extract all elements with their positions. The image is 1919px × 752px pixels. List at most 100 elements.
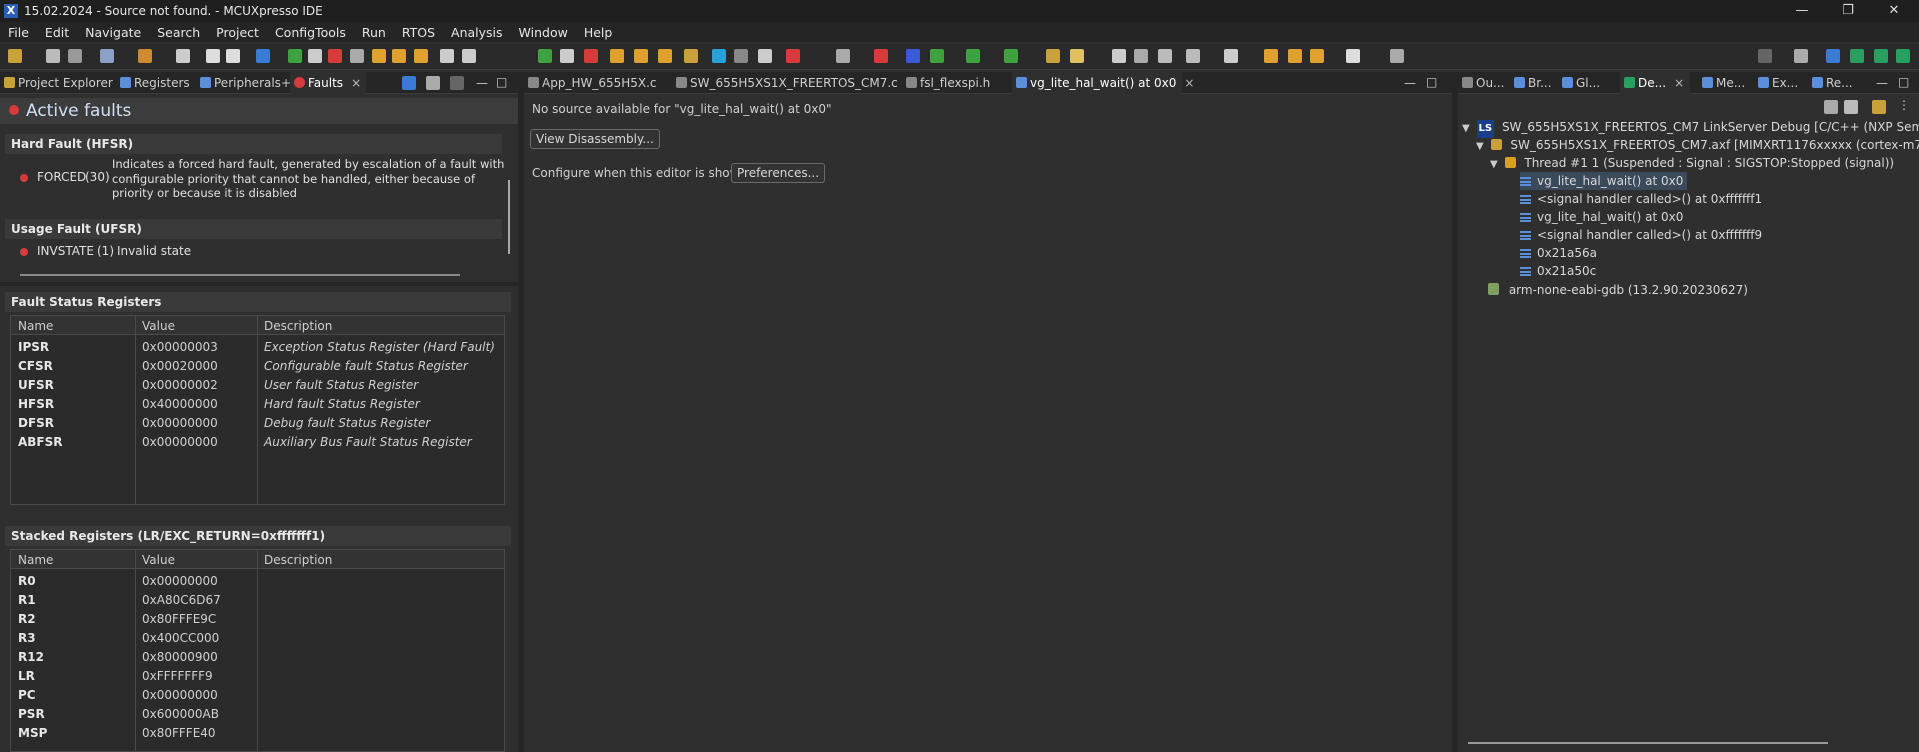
menu-project[interactable]: Project [208,25,267,40]
close-tab-icon[interactable]: × [1674,76,1684,90]
scrollbar[interactable] [508,180,510,254]
chip-perspective-icon[interactable] [1874,49,1888,63]
minimize-view-icon[interactable]: — [1876,76,1888,90]
close-tab-icon[interactable]: × [1184,76,1194,90]
save-icon[interactable] [46,49,60,63]
close-icon[interactable]: ✕ [1871,0,1917,22]
table-row[interactable]: IPSR 0x00000003 Exception Status Register … [11,338,504,357]
stack-frame[interactable]: vg_lite_hal_wait() at 0x0 [1520,208,1683,226]
stack-frame[interactable]: 0x21a50c [1520,262,1596,280]
menu-edit[interactable]: Edit [37,25,77,40]
tab-expressions[interactable]: Ex... [1754,72,1798,94]
menu-window[interactable]: Window [511,25,576,40]
menu-configtools[interactable]: ConfigTools [267,25,354,40]
step-next-icon[interactable] [634,49,648,63]
menu-analysis[interactable]: Analysis [443,25,511,40]
debug-icon[interactable] [256,49,270,63]
sphere-icon[interactable] [734,49,748,63]
disconnect-icon[interactable] [350,49,364,63]
column-value[interactable]: Value [142,553,175,567]
tab-outline[interactable]: Ou... [1458,72,1506,94]
stack-frame[interactable]: vg_lite_hal_wait() at 0x0 [1520,172,1688,190]
launch-icon[interactable] [930,49,944,63]
tab-faults[interactable]: Faults × [290,72,366,94]
tab-global-variables[interactable]: Gl... [1558,72,1602,94]
minimize-view-icon[interactable]: — [1404,76,1416,90]
stack-frame[interactable]: 0x21a56a [1520,244,1597,262]
brush-icon[interactable] [1070,49,1084,63]
build-icon[interactable] [138,49,152,63]
column-name[interactable]: Name [18,319,53,333]
redo-icon[interactable] [226,49,240,63]
menu-help[interactable]: Help [576,25,621,40]
horizontal-scrollbar[interactable] [20,274,460,276]
editor-tab-app-hw[interactable]: App_HW_655H5X.c [524,72,664,94]
menu-rtos[interactable]: RTOS [394,25,443,40]
view-menu-icon[interactable] [450,76,464,90]
instruction-step-icon[interactable] [462,49,476,63]
table-row[interactable]: DFSR 0x00000000 Debug fault Status Registe… [11,414,504,433]
copy-icon[interactable] [426,76,440,90]
clean-icon[interactable] [176,49,190,63]
table-row[interactable]: R3 0x400CC000 [11,629,504,648]
close-tab-icon[interactable]: × [351,76,361,90]
stack-frame[interactable]: <signal handler called>() at 0xfffffff9 [1520,226,1762,244]
table-row[interactable]: HFSR 0x40000000 Hard fault Status Register [11,395,504,414]
table-row[interactable]: R0 0x00000000 [11,572,504,591]
column-name[interactable]: Name [18,553,53,567]
toggle-icon[interactable] [440,49,454,63]
debug-target[interactable]: ▼ SW_655H5XS1X_FREERTOS_CM7.axf [MIMXRT1… [1476,136,1919,154]
menu-run[interactable]: Run [354,25,394,40]
editor-tab-fsl-flexspi[interactable]: fsl_flexspi.h [902,72,1002,94]
step-icon[interactable] [610,49,624,63]
minimize-icon[interactable]: — [1779,0,1825,22]
search-icon[interactable] [1758,49,1772,63]
settings-icon[interactable] [100,49,114,63]
paragraph-icon[interactable] [1158,49,1172,63]
debug-launch[interactable]: ▼ LS SW_655H5XS1X_FREERTOS_CM7 LinkServe… [1462,118,1919,138]
list-icon[interactable] [1134,49,1148,63]
prev-edit-icon[interactable] [1264,49,1278,63]
pins-perspective-icon[interactable] [1896,49,1910,63]
horizontal-scrollbar[interactable] [1468,742,1828,744]
stop-icon[interactable] [584,49,598,63]
step-out-icon[interactable] [658,49,672,63]
quick-access-icon[interactable] [1390,49,1404,63]
tab-peripherals[interactable]: Peripherals+ [196,72,291,94]
column-description[interactable]: Description [264,319,332,333]
table-row[interactable]: R12 0x80000900 [11,648,504,667]
table-row[interactable]: R1 0xA80C6D67 [11,591,504,610]
remove-terminated-icon[interactable] [1844,100,1858,114]
run-config-icon[interactable] [966,49,980,63]
tab-registers[interactable]: Registers [116,72,192,94]
run-icon[interactable] [538,49,552,63]
maximize-view-icon[interactable]: □ [496,75,507,89]
x-icon[interactable] [712,49,726,63]
save-all-icon[interactable] [68,49,82,63]
stack-frame[interactable]: <signal handler called>() at 0xfffffff1 [1520,190,1762,208]
back-icon[interactable] [1310,49,1324,63]
editor-tab-freertos[interactable]: SW_655H5XS1X_FREERTOS_CM7.c [672,72,898,94]
table-row[interactable]: CFSR 0x00020000 Configurable fault Status … [11,357,504,376]
annotation-icon[interactable] [1186,49,1200,63]
maximize-view-icon[interactable]: □ [1426,75,1437,89]
menu-file[interactable]: File [0,25,37,40]
view-toolbar-icon[interactable] [402,76,416,90]
develop-perspective-icon[interactable] [1826,49,1840,63]
forward-icon[interactable] [1346,49,1360,63]
column-description[interactable]: Description [264,553,332,567]
view-menu-icon[interactable]: ⋮ [1898,98,1910,112]
restart-icon[interactable] [684,49,698,63]
editor-tab-vg-lite[interactable]: vg_lite_hal_wait() at 0x0 × [1012,72,1194,94]
preferences-button[interactable]: Preferences... [731,163,826,183]
step-filter-icon[interactable] [1872,100,1886,114]
step-into-icon[interactable] [372,49,386,63]
table-row[interactable]: PSR 0x600000AB [11,705,504,724]
open-folder-icon[interactable] [1046,49,1060,63]
table-row[interactable]: ABFSR 0x00000000 Auxiliary Bus Fault Statu… [11,433,504,452]
target-icon[interactable] [906,49,920,63]
column-value[interactable]: Value [142,319,175,333]
sash[interactable] [0,282,518,286]
external-tool-icon[interactable] [1004,49,1018,63]
remove-icon[interactable] [874,49,888,63]
